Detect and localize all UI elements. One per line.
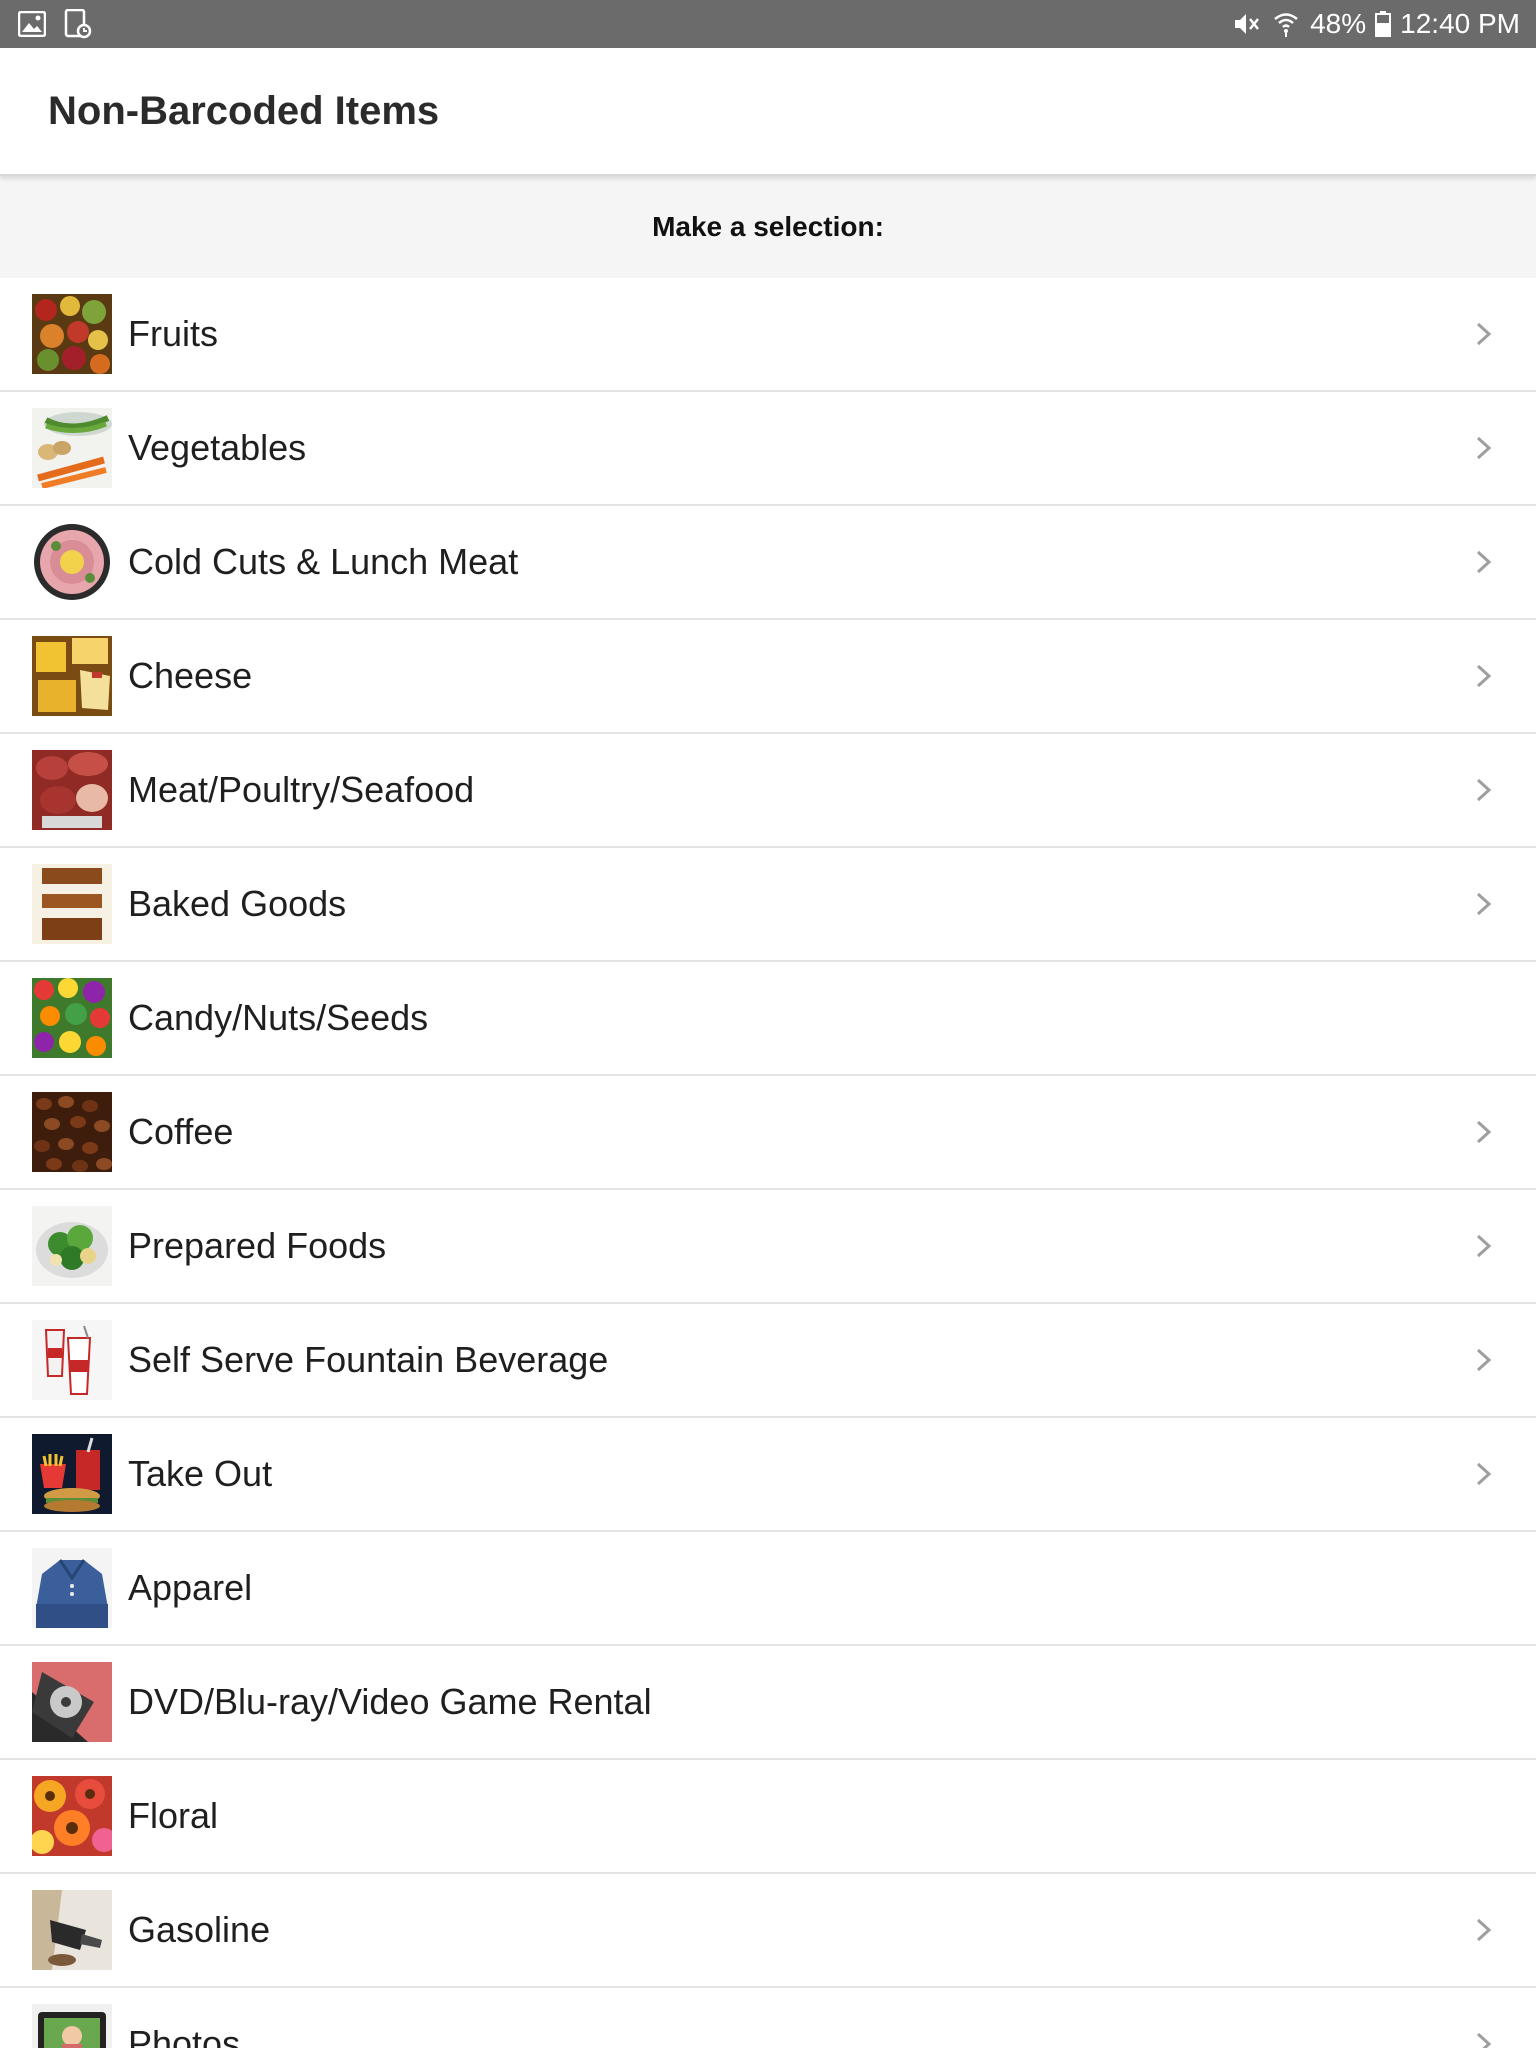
chevron-right-icon	[1472, 1458, 1496, 1490]
chevron-right-icon	[1472, 546, 1496, 578]
chevron-right-icon	[1472, 432, 1496, 464]
list-item-label: DVD/Blu-ray/Video Game Rental	[128, 1681, 652, 1722]
chevron-right-icon	[1472, 1344, 1496, 1376]
dvd-thumbnail	[32, 1662, 112, 1742]
list-item-label: Photos	[128, 2023, 241, 2048]
list-item-label: Cold Cuts & Lunch Meat	[128, 541, 519, 582]
page-title: Non-Barcoded Items	[48, 88, 440, 133]
battery-icon	[1374, 8, 1392, 40]
fountain-beverage-thumbnail	[32, 1320, 112, 1400]
take-out-thumbnail	[32, 1434, 112, 1514]
photos-thumbnail	[32, 2004, 112, 2048]
apparel-thumbnail	[32, 1548, 112, 1628]
list-item-coffee[interactable]: Coffee	[0, 1076, 1536, 1190]
fruits-thumbnail	[32, 294, 112, 374]
status-bar-right: 48% 12:40 PM	[1230, 8, 1520, 40]
list-item-label: Vegetables	[128, 427, 307, 468]
list-item-label: Cheese	[128, 655, 253, 696]
image-icon	[16, 8, 48, 40]
list-item-take-out[interactable]: Take Out	[0, 1418, 1536, 1532]
list-item-baked-goods[interactable]: Baked Goods	[0, 848, 1536, 962]
battery-percent: 48%	[1310, 8, 1367, 39]
tablet-sync-icon	[62, 8, 94, 40]
list-item-fountain-beverage[interactable]: Self Serve Fountain Beverage	[0, 1304, 1536, 1418]
list-item-gasoline[interactable]: Gasoline	[0, 1874, 1536, 1988]
chevron-right-icon	[1472, 318, 1496, 350]
list-item-label: Apparel	[128, 1567, 253, 1608]
list-item-label: Fruits	[128, 313, 218, 354]
chevron-right-icon	[1472, 1914, 1496, 1946]
coffee-thumbnail	[32, 1092, 112, 1172]
baked-goods-thumbnail	[32, 864, 112, 944]
category-list: Fruits Vegetables Cold Cuts & Lunch Meat…	[0, 278, 1536, 2048]
list-item-dvd-rental[interactable]: DVD/Blu-ray/Video Game Rental	[0, 1646, 1536, 1760]
cold-cuts-thumbnail	[32, 522, 112, 602]
list-item-label: Baked Goods	[128, 883, 347, 924]
mute-icon	[1230, 8, 1262, 40]
clock: 12:40 PM	[1400, 8, 1520, 39]
list-item-cheese[interactable]: Cheese	[0, 620, 1536, 734]
chevron-right-icon	[1472, 774, 1496, 806]
list-item-meat-poultry-seafood[interactable]: Meat/Poultry/Seafood	[0, 734, 1536, 848]
list-item-label: Candy/Nuts/Seeds	[128, 997, 429, 1038]
list-item-candy-nuts-seeds[interactable]: Candy/Nuts/Seeds	[0, 962, 1536, 1076]
app-bar: Non-Barcoded Items	[0, 48, 1536, 176]
list-item-label: Take Out	[128, 1453, 273, 1494]
chevron-right-icon	[1472, 1116, 1496, 1148]
cheese-thumbnail	[32, 636, 112, 716]
list-item-vegetables[interactable]: Vegetables	[0, 392, 1536, 506]
chevron-right-icon	[1472, 888, 1496, 920]
selection-prompt: Make a selection:	[652, 211, 884, 242]
list-item-apparel[interactable]: Apparel	[0, 1532, 1536, 1646]
list-item-label: Prepared Foods	[128, 1225, 387, 1266]
list-item-label: Floral	[128, 1795, 219, 1836]
wifi-icon	[1270, 8, 1302, 40]
candy-thumbnail	[32, 978, 112, 1058]
meat-thumbnail	[32, 750, 112, 830]
status-bar-left	[16, 8, 94, 40]
gasoline-thumbnail	[32, 1890, 112, 1970]
list-item-prepared-foods[interactable]: Prepared Foods	[0, 1190, 1536, 1304]
selection-header: Make a selection:	[0, 176, 1536, 278]
list-item-floral[interactable]: Floral	[0, 1760, 1536, 1874]
list-item-cold-cuts[interactable]: Cold Cuts & Lunch Meat	[0, 506, 1536, 620]
list-item-label: Self Serve Fountain Beverage	[128, 1339, 609, 1380]
vegetables-thumbnail	[32, 408, 112, 488]
floral-thumbnail	[32, 1776, 112, 1856]
list-item-label: Coffee	[128, 1111, 234, 1152]
list-item-label: Gasoline	[128, 1909, 271, 1950]
list-item-photos[interactable]: Photos	[0, 1988, 1536, 2048]
chevron-right-icon	[1472, 2028, 1496, 2048]
prepared-foods-thumbnail	[32, 1206, 112, 1286]
list-item-fruits[interactable]: Fruits	[0, 278, 1536, 392]
chevron-right-icon	[1472, 660, 1496, 692]
list-item-label: Meat/Poultry/Seafood	[128, 769, 475, 810]
status-bar: 48% 12:40 PM	[0, 0, 1536, 48]
chevron-right-icon	[1472, 1230, 1496, 1262]
